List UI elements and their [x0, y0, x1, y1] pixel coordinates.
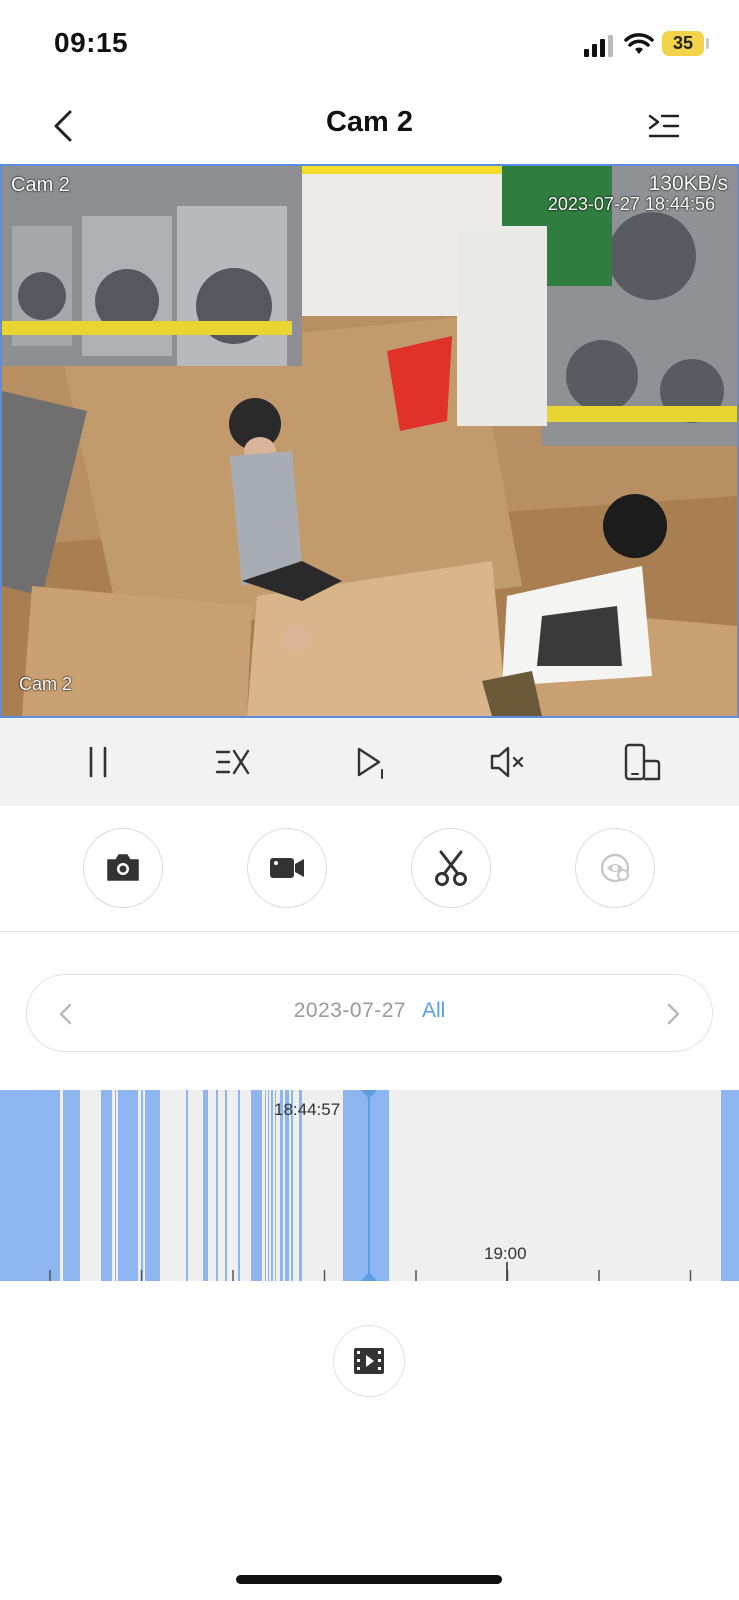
eye-search-icon	[600, 853, 630, 883]
playback-speed-button[interactable]	[209, 738, 257, 786]
smart-search-button[interactable]	[575, 828, 655, 908]
date-label-group[interactable]: 2023-07-27 All	[27, 999, 712, 1023]
camera-feed-image	[2, 166, 737, 716]
recording-segment	[268, 1090, 269, 1281]
osd-bitrate: 130KB/s	[648, 172, 728, 195]
frame-step-button[interactable]	[345, 738, 393, 786]
nav-bar: Cam 2	[0, 90, 739, 164]
clip-button[interactable]	[411, 828, 491, 908]
record-button[interactable]	[247, 828, 327, 908]
recording-segment	[145, 1090, 160, 1281]
selected-date[interactable]: 2023-07-27	[294, 999, 406, 1022]
recording-segment	[186, 1090, 188, 1281]
status-bar: 09:15 35	[0, 0, 739, 90]
recording-segment	[265, 1090, 266, 1281]
pause-icon	[89, 746, 107, 778]
recording-segment	[251, 1090, 262, 1281]
rotate-screen-icon	[624, 743, 661, 781]
recording-segment	[0, 1090, 60, 1281]
recording-timeline[interactable]: 18:44:57 19:00	[0, 1090, 739, 1281]
speaker-muted-icon	[490, 746, 524, 778]
osd-timestamp: 2023-07-27 18:44:56	[547, 194, 715, 214]
osd-camera-name: Cam 2	[11, 174, 70, 196]
snapshot-button[interactable]	[83, 828, 163, 908]
home-indicator	[236, 1575, 502, 1584]
video-player[interactable]: Cam 2 130KB/s 2023-07-27 18:44:56 Cam 2	[0, 164, 739, 718]
playback-control-bar	[0, 718, 739, 806]
recording-segment	[721, 1090, 739, 1281]
recording-segment	[141, 1090, 143, 1281]
film-play-icon	[354, 1348, 384, 1374]
recording-segment	[238, 1090, 240, 1281]
camera-icon	[107, 854, 139, 881]
recording-segment	[115, 1090, 116, 1281]
recording-segment	[101, 1090, 112, 1281]
video-clips-button[interactable]	[333, 1325, 405, 1397]
battery-nub	[706, 38, 709, 49]
record-type-filter[interactable]: All	[422, 999, 445, 1022]
recording-segment	[225, 1090, 227, 1281]
battery-level: 35	[662, 31, 704, 56]
frame-step-icon	[357, 747, 383, 779]
recording-segment	[203, 1090, 208, 1281]
date-selector: 2023-07-27 All	[26, 974, 713, 1052]
timeline-track[interactable]	[0, 1090, 739, 1281]
tool-row	[0, 806, 739, 932]
scissors-icon	[435, 850, 467, 886]
mute-button[interactable]	[483, 738, 531, 786]
video-camera-icon	[270, 858, 304, 878]
timeline-current-time: 18:44:57	[274, 1100, 341, 1119]
osd-camera-name-bottom: Cam 2	[19, 674, 73, 694]
status-time: 09:15	[54, 27, 129, 58]
recording-segment	[63, 1090, 80, 1281]
wifi-icon	[624, 33, 654, 54]
fullscreen-rotate-button[interactable]	[618, 738, 666, 786]
page-title: Cam 2	[325, 106, 414, 138]
timeline-hour-label: 19:00	[484, 1244, 527, 1263]
recording-segment	[271, 1090, 273, 1281]
cellular-signal-icon	[584, 35, 613, 57]
speed-icon	[215, 749, 250, 775]
next-day-icon[interactable]	[656, 997, 690, 1031]
pause-button[interactable]	[74, 738, 122, 786]
recording-segment	[216, 1090, 218, 1281]
channel-menu-icon[interactable]	[646, 108, 682, 144]
recording-segment	[343, 1090, 389, 1281]
recording-segment	[118, 1090, 138, 1281]
